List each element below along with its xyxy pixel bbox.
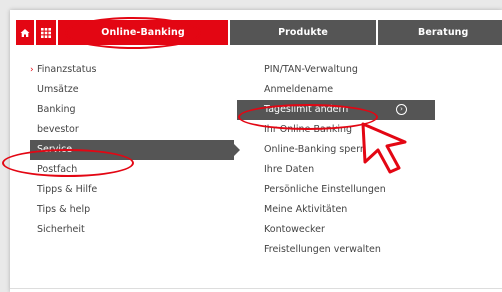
submenu-item-label: Ihre Daten: [264, 164, 315, 175]
left-menu-item-label: Banking: [37, 104, 76, 115]
submenu-item-label: Persönliche Einstellungen: [264, 184, 386, 195]
chevron-right-icon: ›: [30, 65, 34, 75]
submenu-item-kontowecker[interactable]: Kontowecker: [237, 220, 435, 240]
home-button[interactable]: [16, 20, 34, 45]
panel-divider: [10, 288, 502, 289]
apps-grid-button[interactable]: [36, 20, 56, 45]
submenu-item-label: Anmeldename: [264, 84, 334, 95]
submenu-item-label: PIN/TAN-Verwaltung: [264, 64, 358, 75]
submenu-item-label: Freistellungen verwalten: [264, 244, 381, 255]
left-menu-item-banking[interactable]: Banking: [0, 100, 234, 120]
highlight-oval-online-banking: [65, 17, 201, 49]
hand-pointer-icon: [361, 122, 407, 174]
left-menu-item-tips-help[interactable]: Tips & help: [0, 200, 234, 220]
grid-icon: [41, 27, 51, 38]
left-menu-item-label: bevestor: [37, 124, 79, 135]
left-menu-item-tipps-hilfe[interactable]: Tipps & Hilfe: [0, 180, 234, 200]
left-menu-item-label: Tips & help: [37, 204, 91, 215]
submenu-item-anmeldename[interactable]: Anmeldename: [237, 80, 435, 100]
left-menu-item-label: Umsätze: [37, 84, 79, 95]
tab-produkte[interactable]: Produkte: [230, 20, 376, 45]
left-menu-item-label: Tipps & Hilfe: [37, 184, 98, 195]
submenu-item-label: Meine Aktivitäten: [264, 204, 348, 215]
home-icon: [20, 28, 30, 37]
left-menu-item-label: Finanzstatus: [37, 64, 97, 75]
tab-beratung-label: Beratung: [418, 27, 469, 38]
submenu-item-meine-aktivitaeten[interactable]: Meine Aktivitäten: [237, 200, 435, 220]
submenu-item-freistellungen[interactable]: Freistellungen verwalten: [237, 240, 435, 260]
left-menu-item-label: Sicherheit: [37, 224, 85, 235]
highlight-oval-service: [2, 149, 134, 177]
tab-beratung[interactable]: Beratung: [378, 20, 502, 45]
left-menu-item-bevestor[interactable]: bevestor: [0, 120, 234, 140]
submenu-item-persoenliche-einstellungen[interactable]: Persönliche Einstellungen: [237, 180, 435, 200]
left-menu-item-sicherheit[interactable]: Sicherheit: [0, 220, 234, 240]
submenu-item-label: Kontowecker: [264, 224, 325, 235]
submenu-item-pin-tan[interactable]: PIN/TAN-Verwaltung: [237, 60, 435, 80]
left-menu-item-finanzstatus[interactable]: › Finanzstatus: [0, 60, 234, 80]
tab-produkte-label: Produkte: [278, 27, 328, 38]
left-menu-item-umsaetze[interactable]: Umsätze: [0, 80, 234, 100]
